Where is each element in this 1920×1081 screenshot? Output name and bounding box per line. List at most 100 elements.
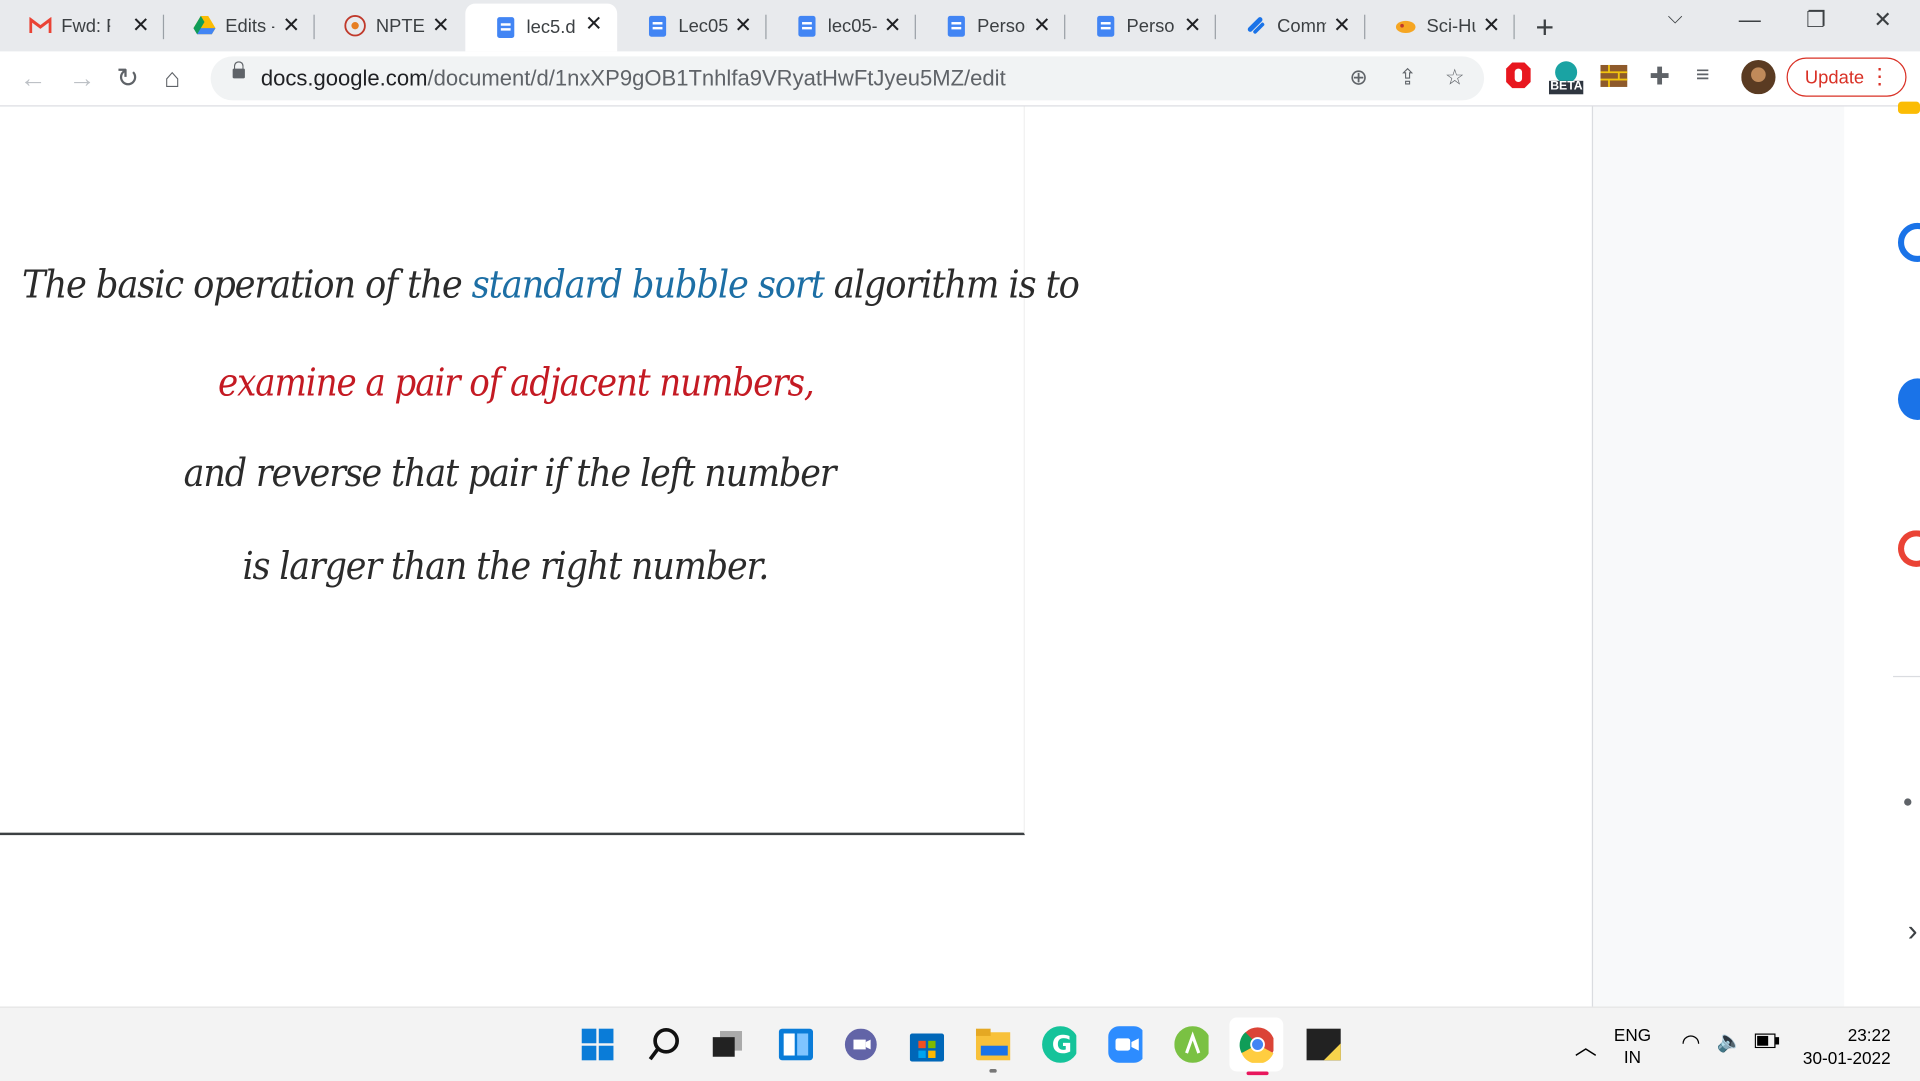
tab-title: Edits - <box>225 15 275 37</box>
close-icon[interactable]: ✕ <box>585 12 602 36</box>
restore-button[interactable]: ❐ <box>1806 7 1826 33</box>
contacts-icon[interactable] <box>1897 378 1920 421</box>
store-icon[interactable] <box>909 1027 945 1062</box>
text-line-4: is larger than the right number. <box>242 544 769 589</box>
tray-chevron-icon[interactable]: ︿ <box>1575 1030 1597 1062</box>
tab-scihub[interactable]: Sci-Hu ✕ <box>1365 5 1515 47</box>
tab-person-b[interactable]: Person ✕ <box>1065 5 1216 47</box>
tab-lec05-b[interactable]: lec05-\ ✕ <box>767 5 916 47</box>
docs-icon <box>945 15 967 37</box>
nptel-icon <box>344 15 366 37</box>
extensions-puzzle-icon[interactable]: ✚ <box>1649 61 1670 92</box>
document-gutter <box>1591 106 1847 1007</box>
teams-chat-icon[interactable] <box>844 1027 878 1061</box>
close-icon[interactable]: ✕ <box>432 13 449 37</box>
drive-icon <box>193 15 216 37</box>
tab-comm[interactable]: Comm ✕ <box>1216 5 1366 47</box>
minimize-button[interactable]: — <box>1739 7 1761 33</box>
running-indicator <box>989 1068 997 1073</box>
tab-nptel[interactable]: NPTEL ✕ <box>315 5 464 47</box>
tab-title: lec5.dc <box>526 17 576 38</box>
reload-button[interactable]: ↻ <box>116 62 139 94</box>
link-icon <box>1245 15 1267 37</box>
lock-icon <box>232 61 245 79</box>
add-on-icon[interactable] <box>1904 798 1912 806</box>
update-button[interactable]: Update ⋮ <box>1786 57 1907 97</box>
zoom-app-icon[interactable] <box>1108 1026 1143 1063</box>
battery-icon[interactable] <box>1754 1032 1780 1052</box>
tab-title: Person <box>1126 15 1176 37</box>
wall-extension-icon[interactable] <box>1600 64 1628 93</box>
wifi-icon[interactable]: ◠ <box>1681 1030 1700 1056</box>
task-view-icon[interactable] <box>710 1027 744 1061</box>
tab-drive[interactable]: Edits - ✕ <box>164 5 315 47</box>
volume-icon[interactable]: 🔈 <box>1717 1030 1743 1054</box>
clock[interactable]: 23:22 30-01-2022 <box>1800 1024 1891 1071</box>
tab-lec5-active[interactable]: lec5.dc ✕ <box>465 3 618 52</box>
home-button[interactable]: ⌂ <box>164 62 180 94</box>
svg-text:G: G <box>1052 1030 1072 1059</box>
windows-taskbar: G ︿ ENG IN ◠ 🔈 23:22 30-01-2022 <box>0 1006 1920 1081</box>
address-bar[interactable]: docs.google.com/document/d/1nxXP9gOB1Tnh… <box>210 56 1485 101</box>
tab-title: Fwd: R <box>61 15 110 37</box>
beta-label: BETA <box>1550 79 1583 94</box>
active-indicator <box>1246 1071 1269 1076</box>
tab-strip: Fwd: R ✕ Edits - ✕ NPTEL ✕ lec5.dc ✕ Lec… <box>0 0 1920 52</box>
tab-title: lec05-\ <box>827 15 877 37</box>
close-icon[interactable]: ✕ <box>132 13 149 37</box>
tab-title: Sci-Hu <box>1426 15 1476 37</box>
slide-image: The basic operation of the standard bubb… <box>0 106 1080 836</box>
side-panel: › <box>1844 101 1920 1007</box>
expand-chevron-icon[interactable]: › <box>1908 915 1918 949</box>
zoom-icon[interactable]: ⊕ <box>1349 65 1367 91</box>
document-canvas[interactable]: The basic operation of the standard bubb… <box>0 106 1592 1007</box>
forward-button[interactable]: → <box>69 62 96 94</box>
tab-title: Comm <box>1277 15 1327 37</box>
tab-person-a[interactable]: Person ✕ <box>916 5 1066 47</box>
file-explorer-icon[interactable] <box>975 1027 1011 1061</box>
text-line-2: examine a pair of adjacent numbers, <box>217 361 815 406</box>
close-icon[interactable]: ✕ <box>734 13 751 37</box>
tab-title: Lec05- <box>678 15 727 37</box>
maps-icon[interactable] <box>1897 530 1920 567</box>
widgets-icon[interactable] <box>778 1027 814 1061</box>
start-icon[interactable] <box>580 1027 614 1061</box>
gmail-icon <box>29 15 52 37</box>
new-tab-button[interactable]: + <box>1536 9 1555 47</box>
tab-gmail[interactable]: Fwd: R ✕ <box>0 5 165 47</box>
url-text[interactable]: docs.google.com/document/d/1nxXP9gOB1Tnh… <box>261 66 1006 92</box>
evernote-icon[interactable] <box>1174 1026 1209 1063</box>
keep-icon[interactable] <box>1897 101 1920 114</box>
calendar-icon[interactable] <box>1897 222 1920 263</box>
close-icon[interactable]: ✕ <box>283 13 300 37</box>
sticky-notes-icon[interactable] <box>1306 1027 1341 1061</box>
text-line-3: and reverse that pair if the left number <box>183 451 837 496</box>
chrome-icon[interactable] <box>1239 1027 1274 1063</box>
media-queue-icon[interactable]: ≡ <box>1696 62 1710 89</box>
text-line-1: The basic operation of the standard bubb… <box>22 263 1080 308</box>
tab-title: Person <box>977 15 1026 37</box>
grammarly-icon[interactable]: G <box>1042 1026 1077 1063</box>
share-icon[interactable]: ⇪ <box>1398 65 1416 91</box>
language-indicator[interactable]: ENG IN <box>1614 1024 1651 1068</box>
beta-extension-icon[interactable]: BETA <box>1548 59 1585 102</box>
tab-lec05-a[interactable]: Lec05- ✕ <box>617 5 767 47</box>
close-icon[interactable]: ✕ <box>1184 13 1201 37</box>
scihub-icon <box>1395 15 1417 37</box>
side-divider <box>1893 675 1920 678</box>
profile-avatar[interactable] <box>1741 60 1776 100</box>
back-button[interactable]: ← <box>20 62 47 94</box>
close-icon[interactable]: ✕ <box>884 13 901 37</box>
close-window-button[interactable]: ✕ <box>1873 7 1891 33</box>
tab-search-icon[interactable]: ⌵ <box>1668 7 1683 29</box>
more-menu-icon[interactable]: ⋮ <box>1869 64 1891 90</box>
close-icon[interactable]: ✕ <box>1033 13 1050 37</box>
highlight-blue: standard bubble sort <box>471 263 825 308</box>
close-icon[interactable]: ✕ <box>1483 13 1500 37</box>
search-icon[interactable] <box>647 1027 681 1061</box>
update-label: Update <box>1804 66 1865 88</box>
close-icon[interactable]: ✕ <box>1333 13 1350 37</box>
bookmark-star-icon[interactable]: ☆ <box>1445 65 1465 91</box>
docs-icon <box>1095 15 1117 37</box>
opera-adblock-icon[interactable] <box>1505 61 1532 97</box>
